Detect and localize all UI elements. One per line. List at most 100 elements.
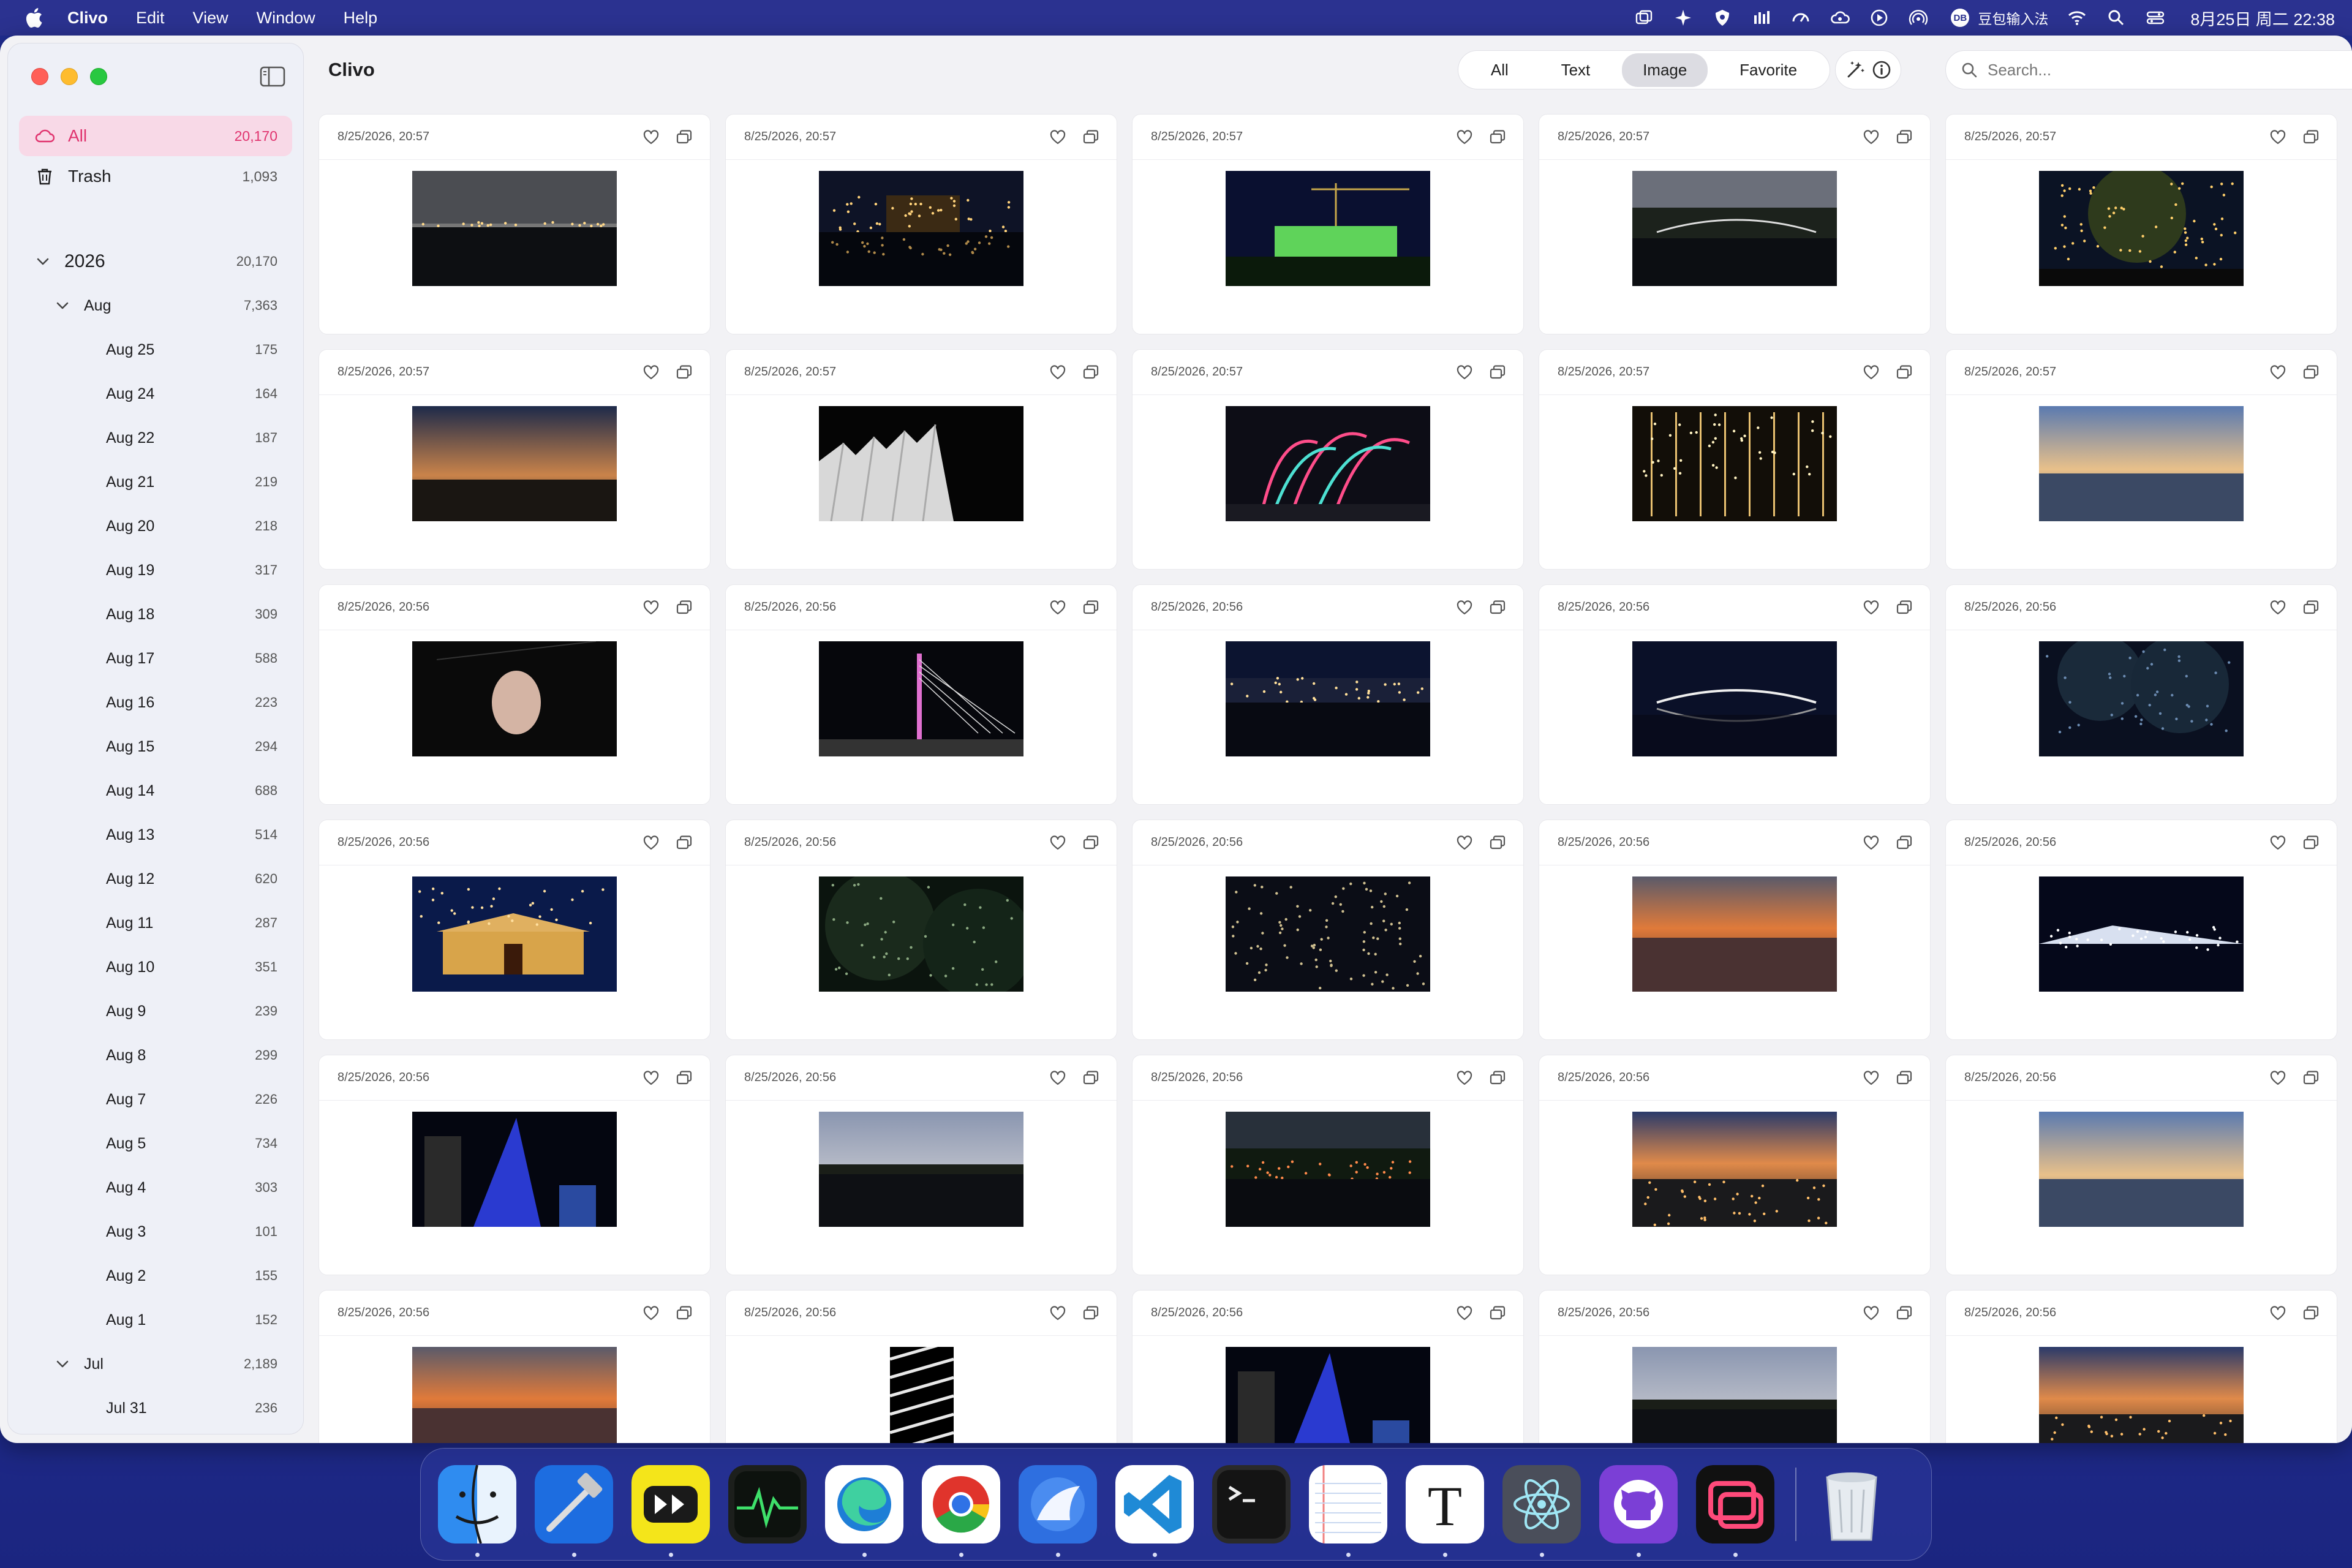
favorite-heart-icon[interactable] bbox=[1049, 1069, 1066, 1087]
copy-icon[interactable] bbox=[1082, 834, 1099, 851]
copy-icon[interactable] bbox=[1082, 364, 1099, 381]
tree-item-day[interactable]: Aug 9 239 bbox=[19, 989, 292, 1033]
favorite-heart-icon[interactable] bbox=[1863, 834, 1880, 851]
image-thumbnail[interactable] bbox=[890, 1347, 954, 1443]
tree-item-day[interactable]: Aug 18 309 bbox=[19, 592, 292, 636]
clip-card[interactable]: 8/25/2026, 20:56 bbox=[1945, 584, 2337, 805]
tree-item-day[interactable]: Aug 15 294 bbox=[19, 725, 292, 769]
copy-icon[interactable] bbox=[2302, 1069, 2320, 1087]
favorite-heart-icon[interactable] bbox=[1049, 834, 1066, 851]
istat-icon[interactable] bbox=[1751, 7, 1772, 28]
favorite-heart-icon[interactable] bbox=[643, 834, 660, 851]
copy-icon[interactable] bbox=[1082, 1305, 1099, 1322]
image-thumbnail[interactable] bbox=[819, 641, 1023, 756]
favorite-heart-icon[interactable] bbox=[1456, 364, 1473, 381]
zoom-window-button[interactable] bbox=[90, 68, 107, 85]
copy-icon[interactable] bbox=[1489, 834, 1506, 851]
image-thumbnail[interactable] bbox=[819, 876, 1023, 992]
image-thumbnail[interactable] bbox=[412, 406, 617, 521]
image-thumbnail[interactable] bbox=[412, 171, 617, 286]
tree-item-day[interactable]: Aug 24 164 bbox=[19, 372, 292, 416]
clip-card[interactable]: 8/25/2026, 20:56 bbox=[1132, 1290, 1524, 1443]
filter-tab-all[interactable]: All bbox=[1470, 53, 1529, 87]
favorite-heart-icon[interactable] bbox=[643, 599, 660, 616]
clip-card[interactable]: 8/25/2026, 20:56 bbox=[1539, 820, 1931, 1040]
copy-icon[interactable] bbox=[1896, 1305, 1913, 1322]
clip-card[interactable]: 8/25/2026, 20:57 bbox=[318, 349, 710, 570]
favorite-heart-icon[interactable] bbox=[1049, 129, 1066, 146]
image-thumbnail[interactable] bbox=[1226, 1112, 1430, 1227]
image-thumbnail[interactable] bbox=[412, 876, 617, 992]
image-thumbnail[interactable] bbox=[1226, 171, 1430, 286]
image-thumbnail[interactable] bbox=[819, 406, 1023, 521]
favorite-heart-icon[interactable] bbox=[1863, 1069, 1880, 1087]
tree-item-day[interactable]: Aug 11 287 bbox=[19, 901, 292, 945]
tree-item-day[interactable]: Aug 10 351 bbox=[19, 945, 292, 989]
copy-icon[interactable] bbox=[1896, 599, 1913, 616]
clip-card[interactable]: 8/25/2026, 20:56 bbox=[318, 1290, 710, 1443]
image-thumbnail[interactable] bbox=[1226, 406, 1430, 521]
image-thumbnail[interactable] bbox=[2039, 406, 2244, 521]
clip-card[interactable]: 8/25/2026, 20:57 bbox=[1539, 114, 1931, 334]
favorite-heart-icon[interactable] bbox=[2269, 129, 2286, 146]
tree-item-month[interactable]: Aug 7,363 bbox=[19, 284, 292, 328]
clip-card[interactable]: 8/25/2026, 20:56 bbox=[1132, 584, 1524, 805]
close-window-button[interactable] bbox=[31, 68, 48, 85]
menu-edit[interactable]: Edit bbox=[136, 9, 165, 28]
window-stack-icon[interactable] bbox=[1634, 7, 1654, 28]
copy-icon[interactable] bbox=[1489, 1069, 1506, 1087]
copy-icon[interactable] bbox=[676, 129, 693, 146]
favorite-heart-icon[interactable] bbox=[2269, 364, 2286, 381]
menubar-clock[interactable]: 8月25日 周二 22:38 bbox=[2190, 6, 2335, 30]
sidebar-item-all[interactable]: All 20,170 bbox=[19, 116, 292, 156]
dock-item[interactable] bbox=[631, 1465, 710, 1557]
menu-view[interactable]: View bbox=[193, 9, 228, 28]
magic-wand-icon[interactable] bbox=[1845, 59, 1866, 80]
filter-tab-favorite[interactable]: Favorite bbox=[1719, 53, 1818, 87]
chevron-down-icon[interactable] bbox=[55, 1356, 70, 1372]
image-thumbnail[interactable] bbox=[1632, 171, 1837, 286]
copy-icon[interactable] bbox=[1489, 364, 1506, 381]
favorite-heart-icon[interactable] bbox=[643, 364, 660, 381]
clip-card[interactable]: 8/25/2026, 20:56 bbox=[725, 584, 1117, 805]
copy-icon[interactable] bbox=[676, 834, 693, 851]
image-thumbnail[interactable] bbox=[819, 1112, 1023, 1227]
clip-card[interactable]: 8/25/2026, 20:57 bbox=[1945, 349, 2337, 570]
clip-card[interactable]: 8/25/2026, 20:56 bbox=[1945, 820, 2337, 1040]
spotlight-search-icon[interactable] bbox=[2106, 7, 2127, 28]
tree-item-day[interactable]: Aug 7 226 bbox=[19, 1077, 292, 1121]
copy-icon[interactable] bbox=[1489, 599, 1506, 616]
tree-item-day[interactable]: Aug 4 303 bbox=[19, 1166, 292, 1210]
chevron-down-icon[interactable] bbox=[55, 298, 70, 314]
favorite-heart-icon[interactable] bbox=[1863, 1305, 1880, 1322]
image-thumbnail[interactable] bbox=[2039, 641, 2244, 756]
favorite-heart-icon[interactable] bbox=[1049, 1305, 1066, 1322]
dock-item[interactable] bbox=[1309, 1465, 1387, 1557]
image-thumbnail[interactable] bbox=[412, 1112, 617, 1227]
shield-app-icon[interactable] bbox=[1712, 7, 1733, 28]
clip-card[interactable]: 8/25/2026, 20:57 bbox=[1132, 349, 1524, 570]
clip-card[interactable]: 8/25/2026, 20:56 bbox=[1132, 1055, 1524, 1275]
copy-icon[interactable] bbox=[676, 1305, 693, 1322]
apple-logo-icon[interactable] bbox=[24, 7, 43, 28]
search-field[interactable] bbox=[1945, 50, 2352, 89]
copy-icon[interactable] bbox=[1082, 599, 1099, 616]
tree-item-day[interactable]: Jul 30279 bbox=[19, 1430, 292, 1434]
clip-card[interactable]: 8/25/2026, 20:57 bbox=[1539, 349, 1931, 570]
sidebar-toggle-icon[interactable] bbox=[259, 66, 286, 88]
tree-item-day[interactable]: Aug 13 514 bbox=[19, 813, 292, 857]
favorite-heart-icon[interactable] bbox=[1456, 599, 1473, 616]
favorite-heart-icon[interactable] bbox=[643, 129, 660, 146]
clip-card[interactable]: 8/25/2026, 20:56 bbox=[1539, 584, 1931, 805]
image-thumbnail[interactable] bbox=[1632, 1347, 1837, 1443]
dock-item[interactable] bbox=[825, 1465, 903, 1557]
image-thumbnail[interactable] bbox=[819, 171, 1023, 286]
tree-item-day[interactable]: Aug 17 588 bbox=[19, 636, 292, 680]
image-thumbnail[interactable] bbox=[1632, 641, 1837, 756]
tree-item-day[interactable]: Aug 2 155 bbox=[19, 1254, 292, 1298]
copy-icon[interactable] bbox=[676, 599, 693, 616]
favorite-heart-icon[interactable] bbox=[1863, 599, 1880, 616]
image-thumbnail[interactable] bbox=[1632, 876, 1837, 992]
dock-item[interactable] bbox=[1115, 1465, 1194, 1557]
dock-item[interactable] bbox=[1696, 1465, 1774, 1557]
